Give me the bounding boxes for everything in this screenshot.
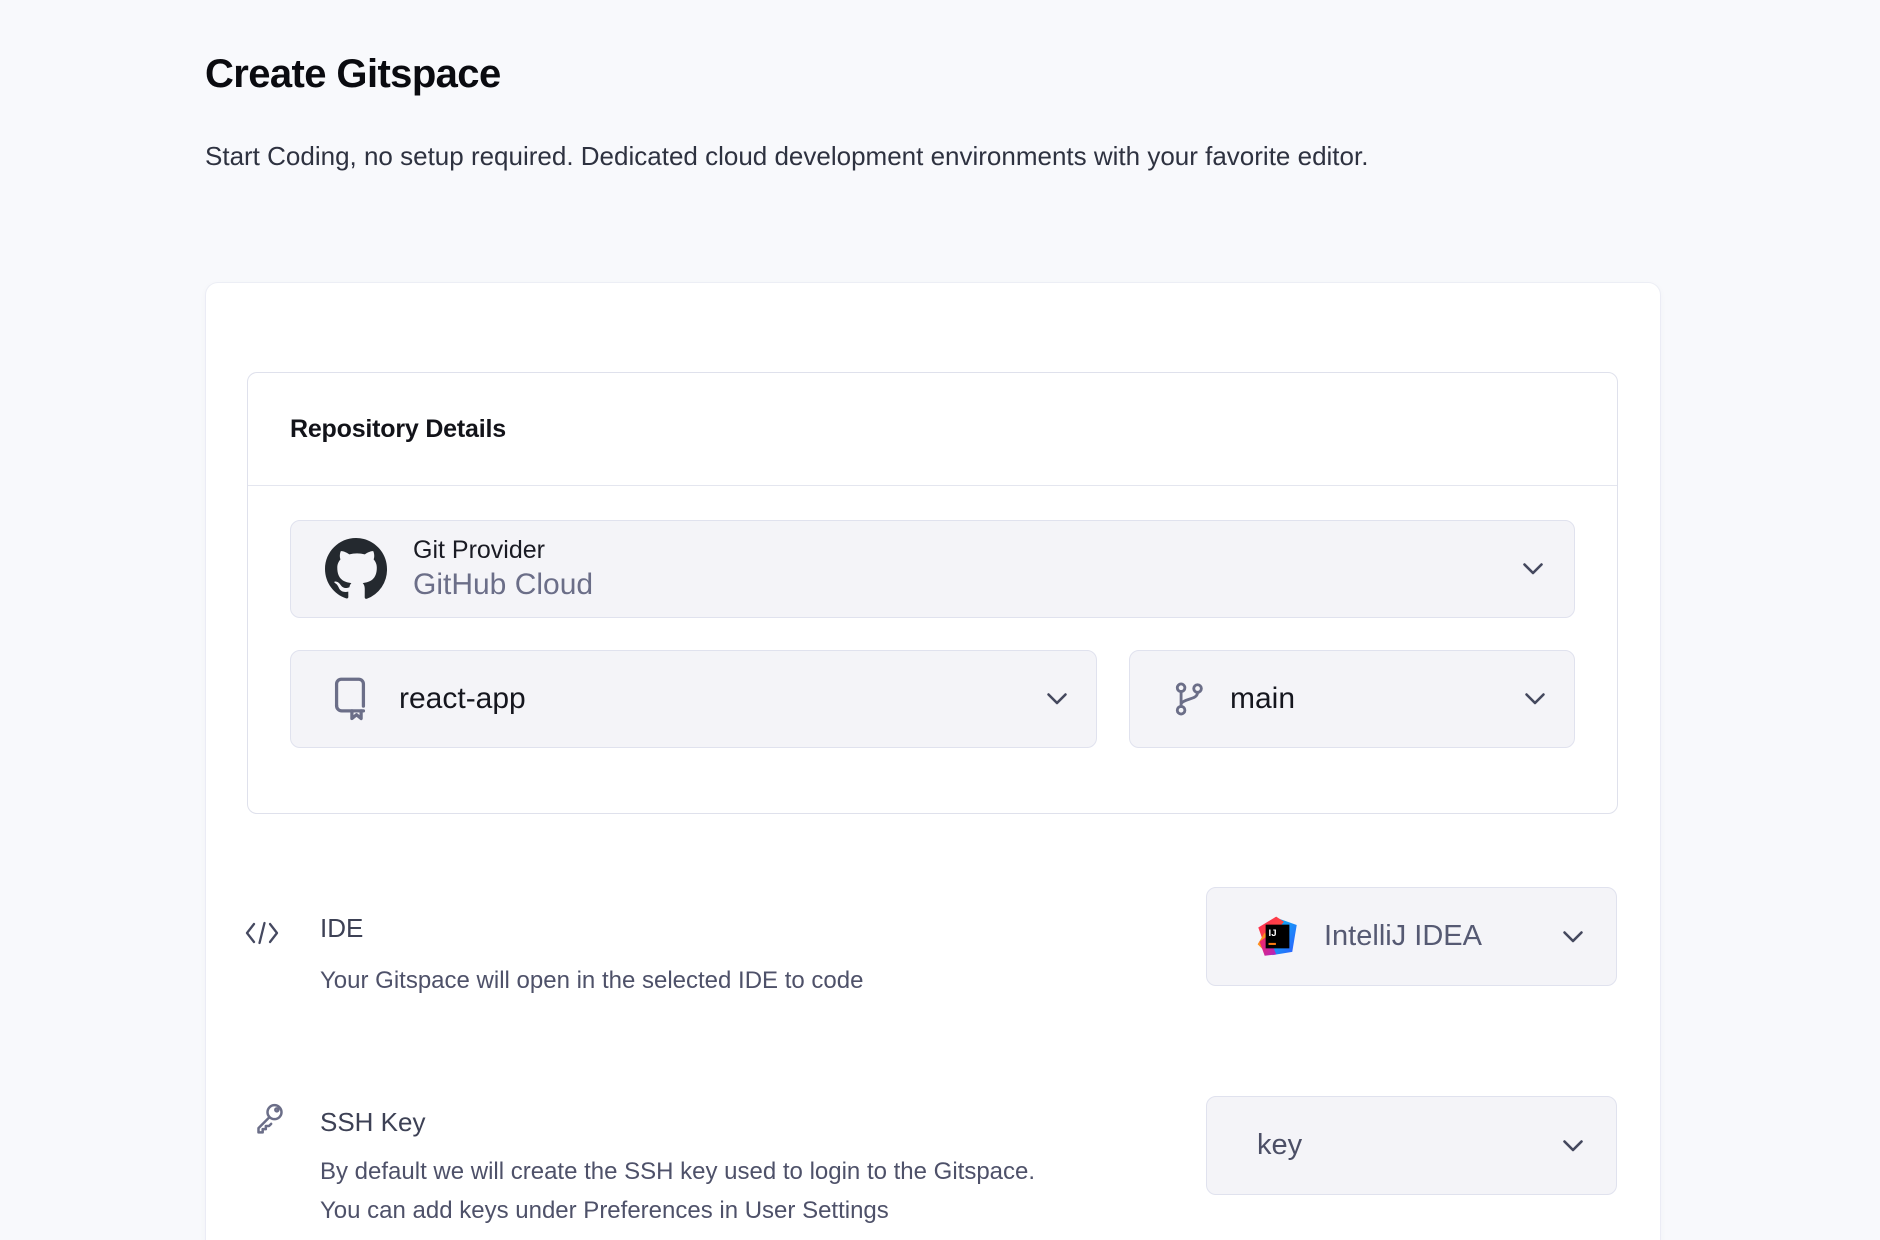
repository-details-header: Repository Details: [248, 373, 1617, 486]
ssh-key-select[interactable]: key: [1206, 1096, 1617, 1195]
branch-select[interactable]: main: [1129, 650, 1575, 748]
page-title: Create Gitspace: [205, 50, 501, 98]
code-icon: [244, 921, 280, 945]
page-subtitle: Start Coding, no setup required. Dedicat…: [205, 136, 1525, 177]
chevron-down-icon: [1562, 930, 1584, 944]
chevron-down-icon: [1522, 562, 1544, 576]
ide-description: Your Gitspace will open in the selected …: [320, 961, 1220, 1000]
git-branch-icon: [1170, 677, 1208, 721]
repo-branch-row: react-app main: [290, 650, 1575, 748]
chevron-down-icon: [1046, 692, 1068, 706]
ide-select[interactable]: IJ IntelliJ IDEA: [1206, 887, 1617, 986]
repository-value: react-app: [399, 682, 526, 716]
repository-details-card: Repository Details Git Provider GitHub C…: [247, 372, 1618, 814]
key-icon: [248, 1098, 288, 1140]
ssh-key-value: key: [1257, 1129, 1302, 1162]
svg-text:IJ: IJ: [1269, 928, 1277, 939]
ide-value: IntelliJ IDEA: [1324, 920, 1482, 953]
repository-icon: [327, 675, 373, 723]
ssh-key-description: By default we will create the SSH key us…: [320, 1152, 1080, 1230]
git-provider-label: Git Provider: [413, 534, 593, 566]
repository-select[interactable]: react-app: [290, 650, 1097, 748]
git-provider-value: GitHub Cloud: [413, 566, 593, 604]
create-gitspace-page: Create Gitspace Start Coding, no setup r…: [0, 0, 1880, 1240]
repository-details-body: Git Provider GitHub Cloud react-app: [248, 486, 1617, 748]
git-provider-select[interactable]: Git Provider GitHub Cloud: [290, 520, 1575, 618]
github-icon: [325, 538, 387, 600]
chevron-down-icon: [1562, 1139, 1584, 1153]
chevron-down-icon: [1524, 692, 1546, 706]
ssh-key-label: SSH Key: [320, 1106, 426, 1138]
branch-value: main: [1230, 682, 1295, 716]
intellij-idea-icon: IJ: [1257, 916, 1298, 957]
ide-label: IDE: [320, 912, 363, 944]
repository-details-heading: Repository Details: [290, 415, 506, 444]
git-provider-text: Git Provider GitHub Cloud: [413, 534, 593, 604]
